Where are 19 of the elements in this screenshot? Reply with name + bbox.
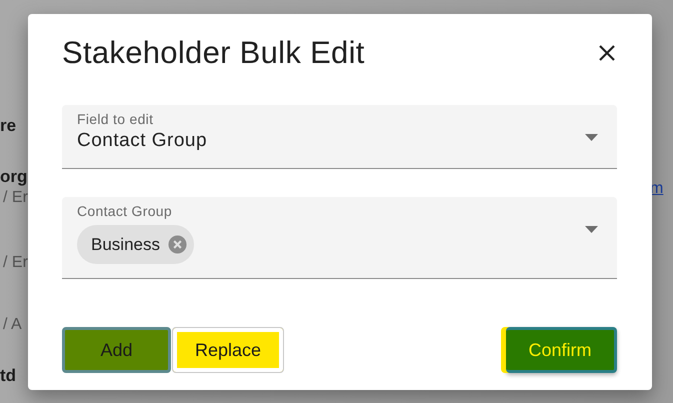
field-label: Contact Group — [77, 203, 173, 219]
row-title: td — [0, 366, 16, 387]
dropdown-caret-icon[interactable] — [585, 134, 598, 141]
action-button[interactable]: Add — [62, 327, 171, 373]
close-icon[interactable] — [597, 43, 617, 63]
select-field[interactable]: Field to edit Contact Group — [62, 105, 617, 169]
row-title: org — [0, 167, 28, 188]
row-detail: / Er — [2, 254, 28, 273]
action-button[interactable]: Replace — [172, 327, 284, 373]
row-detail: / A — [2, 316, 22, 335]
dialog-title: Stakeholder Bulk Edit — [62, 35, 365, 71]
chip-select-field[interactable]: Contact Group Business — [62, 197, 617, 279]
remove-icon[interactable] — [168, 235, 187, 254]
field-label: Field to edit — [77, 111, 154, 127]
row-detail: / Er — [2, 189, 28, 208]
row-title: re — [0, 116, 16, 137]
dropdown-caret-icon[interactable] — [585, 226, 598, 233]
field-value: Contact Group — [77, 130, 208, 152]
chip[interactable]: Business — [77, 225, 194, 264]
